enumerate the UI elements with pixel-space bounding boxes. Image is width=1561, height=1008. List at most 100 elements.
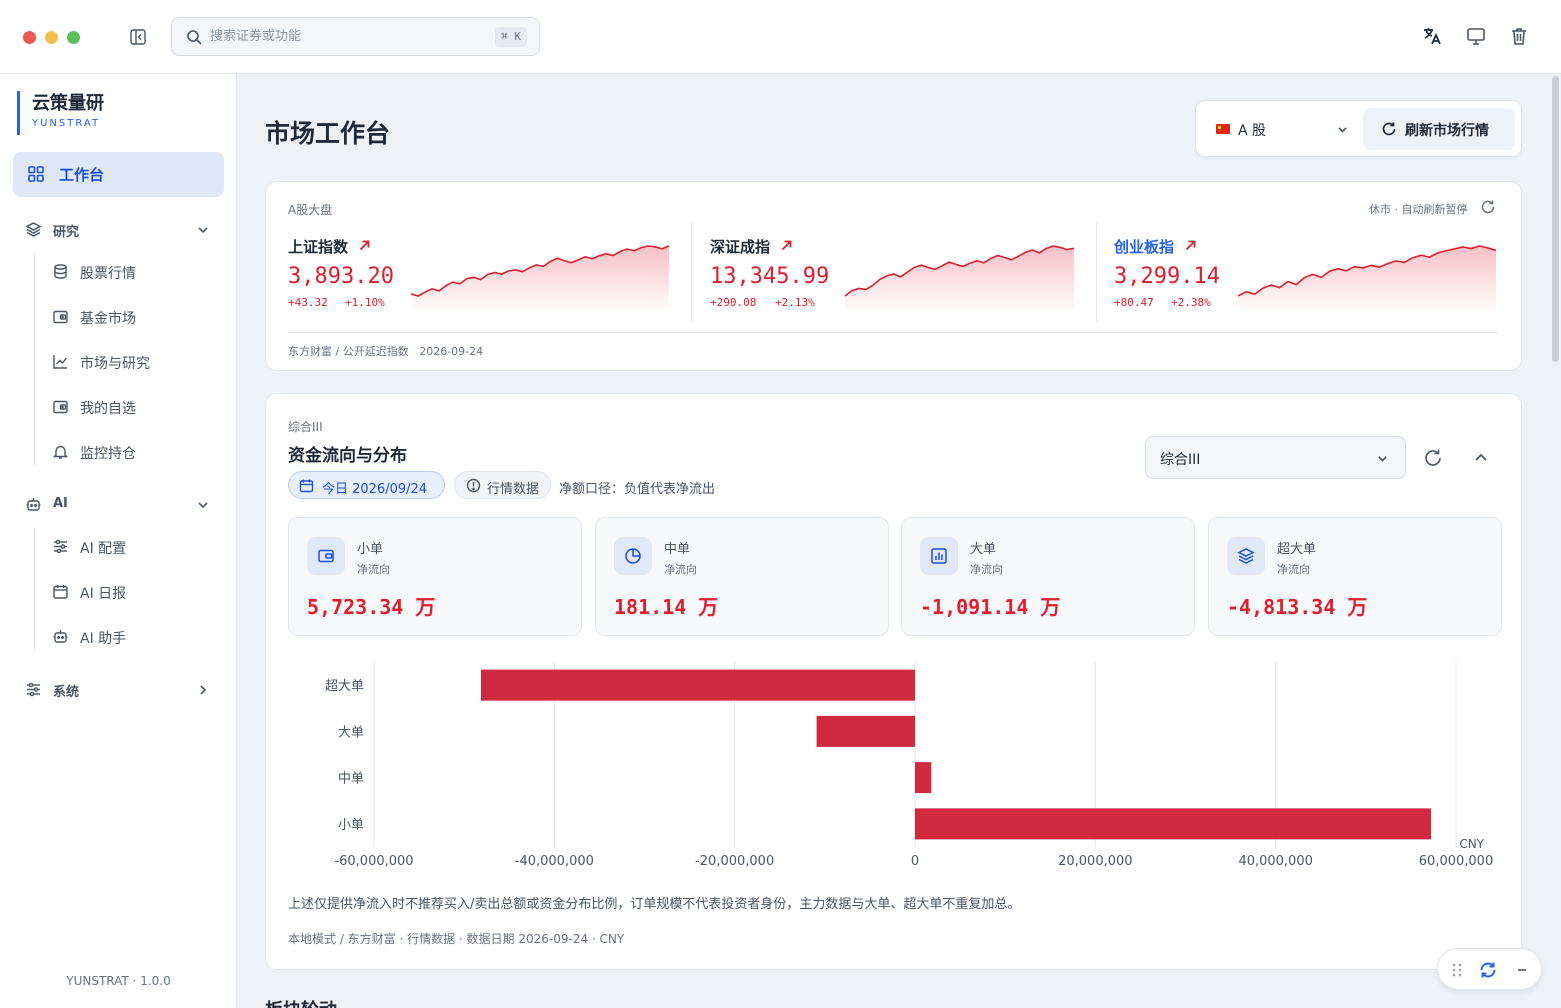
wallet-icon	[53, 310, 68, 324]
sidebar: 云策量研 YUNSTRAT 工作台 研究 股票行情 基金市场 市场与研究 我的自…	[0, 74, 237, 1008]
chevron-down-icon	[198, 227, 208, 234]
index-shenzhen[interactable]: 深证成指 13,345.99 +290.08 +2.13%	[710, 232, 1078, 332]
sidebar-item-label: 工作台	[59, 166, 105, 184]
index-change-pct: +2.38%	[1171, 296, 1211, 309]
data-type-chip[interactable]: 行情数据	[454, 471, 551, 499]
sidebar-toggle-icon[interactable]	[129, 28, 147, 46]
sliders-icon	[54, 539, 67, 554]
x-tick-label: -40,000,000	[515, 854, 594, 869]
sidebar-item-workbench[interactable]: 工作台	[13, 152, 224, 197]
search-box[interactable]: ⌘ K	[171, 17, 540, 56]
title-bar: ⌘ K	[0, 0, 1561, 74]
indices-card-label: A股大盘	[288, 203, 333, 217]
index-shanghai[interactable]: 上证指数 3,893.20 +43.32 +1.10%	[288, 232, 673, 332]
flow-name: 超大单	[1277, 542, 1317, 557]
arrow-up-right-icon	[781, 240, 792, 251]
sidebar-item-fund-market[interactable]: 基金市场	[40, 300, 230, 334]
sidebar-item-ai-config[interactable]: AI 配置	[40, 530, 230, 564]
index-chinext[interactable]: 创业板指 3,299.14 +80.47 +2.38%	[1114, 232, 1500, 332]
sidebar-item-label: AI 配置	[80, 541, 127, 557]
flow-tile-large: 大单 净流向 -1,091.14 万	[901, 517, 1195, 636]
fund-flow-bar-chart: -60,000,000 -40,000,000 -20,000,000 0 20,000…	[325, 662, 1493, 869]
search-input[interactable]	[210, 18, 470, 55]
scrollbar-thumb[interactable]	[1552, 76, 1559, 362]
minimize-window-button[interactable]	[45, 31, 58, 44]
sliders-icon	[27, 682, 40, 697]
sidebar-group-research[interactable]: 研究	[0, 215, 237, 245]
x-tick-label: 40,000,000	[1238, 854, 1312, 869]
database-icon	[54, 264, 67, 279]
close-window-button[interactable]	[23, 31, 36, 44]
divider	[288, 332, 1499, 333]
market-status: 休市 · 自动刷新暂停	[1369, 203, 1468, 216]
brand: 云策量研 YUNSTRAT	[17, 91, 104, 135]
sector-select-value: 综合III	[1160, 452, 1201, 468]
flow-tile-medium: 中单 净流向 181.14 万	[595, 517, 889, 636]
flow-icon-box	[614, 537, 652, 575]
sidebar-item-ai-assistant[interactable]: AI 助手	[40, 620, 230, 654]
sidebar-item-monitor-holdings[interactable]: 监控持仓	[40, 435, 230, 469]
index-value: 13,345.99	[710, 264, 830, 289]
sidebar-item-stock-quotes[interactable]: 股票行情	[40, 255, 230, 289]
monitor-icon[interactable]	[1465, 25, 1487, 47]
grid-icon	[28, 166, 44, 182]
drag-handle-icon[interactable]	[1450, 962, 1464, 978]
sidebar-item-label: 股票行情	[80, 266, 136, 282]
index-sparkline	[844, 245, 1075, 312]
arrow-up-right-icon	[359, 240, 370, 251]
x-tick-label: -20,000,000	[695, 854, 774, 869]
pie-chart-icon	[625, 548, 641, 564]
chevron-up-icon[interactable]	[1470, 447, 1492, 469]
bar	[816, 715, 915, 747]
next-section-title: 板块轮动	[265, 996, 337, 1008]
sidebar-item-label: 基金市场	[80, 311, 136, 327]
robot-icon	[53, 630, 68, 643]
wallet-icon	[318, 549, 334, 563]
market-select[interactable]: A 股	[1208, 109, 1358, 149]
flow-icon-box	[920, 537, 958, 575]
index-sparkline	[410, 245, 670, 312]
bar	[480, 669, 915, 701]
chevron-right-icon	[200, 685, 207, 695]
floating-controls	[1437, 948, 1542, 990]
bell-icon	[52, 445, 69, 459]
sidebar-group-system[interactable]: 系统	[0, 675, 237, 705]
index-sparkline	[1237, 245, 1497, 312]
sidebar-item-watchlist[interactable]: 我的自选	[40, 390, 230, 424]
sync-icon[interactable]	[1478, 960, 1498, 980]
y-category-label: 大单	[338, 725, 364, 740]
data-date: 2026-09-24	[419, 345, 484, 358]
shortcut-badge: ⌘ K	[495, 27, 527, 47]
minus-icon[interactable]	[1515, 963, 1529, 977]
sidebar-item-ai-daily[interactable]: AI 日报	[40, 575, 230, 609]
flow-value: -4,813.34 万	[1227, 595, 1368, 619]
refresh-market-button[interactable]: 刷新市场行情	[1363, 108, 1515, 150]
calendar-icon	[53, 585, 68, 599]
layers-icon	[1237, 548, 1255, 564]
index-name: 上证指数	[288, 238, 349, 256]
flow-sub: 净流向	[970, 563, 1003, 576]
date-chip[interactable]: 今日 2026/09/24	[288, 471, 445, 499]
index-change: +43.32	[288, 296, 328, 309]
wallet-icon	[53, 400, 68, 414]
sidebar-item-market-research[interactable]: 市场与研究	[40, 345, 230, 379]
refresh-icon	[1382, 122, 1396, 136]
refresh-icon[interactable]	[1480, 199, 1496, 215]
sidebar-group-ai[interactable]: AI	[0, 490, 237, 520]
index-value: 3,299.14	[1114, 264, 1220, 289]
flow-value: 181.14 万	[614, 595, 719, 619]
index-change-pct: +2.13%	[775, 296, 815, 309]
translate-icon[interactable]	[1421, 25, 1443, 47]
index-name: 深证成指	[710, 238, 771, 256]
calendar-icon	[299, 479, 314, 493]
tree-line	[34, 252, 35, 466]
index-name[interactable]: 创业板指	[1114, 236, 1174, 257]
sector-select[interactable]: 综合III	[1145, 436, 1406, 479]
flow-name: 中单	[664, 542, 691, 557]
sidebar-item-label: AI 助手	[80, 631, 127, 647]
search-icon	[187, 30, 202, 45]
maximize-window-button[interactable]	[67, 31, 80, 44]
trash-icon[interactable]	[1508, 25, 1530, 47]
market-select-value: A 股	[1238, 123, 1267, 139]
refresh-icon[interactable]	[1422, 447, 1444, 469]
